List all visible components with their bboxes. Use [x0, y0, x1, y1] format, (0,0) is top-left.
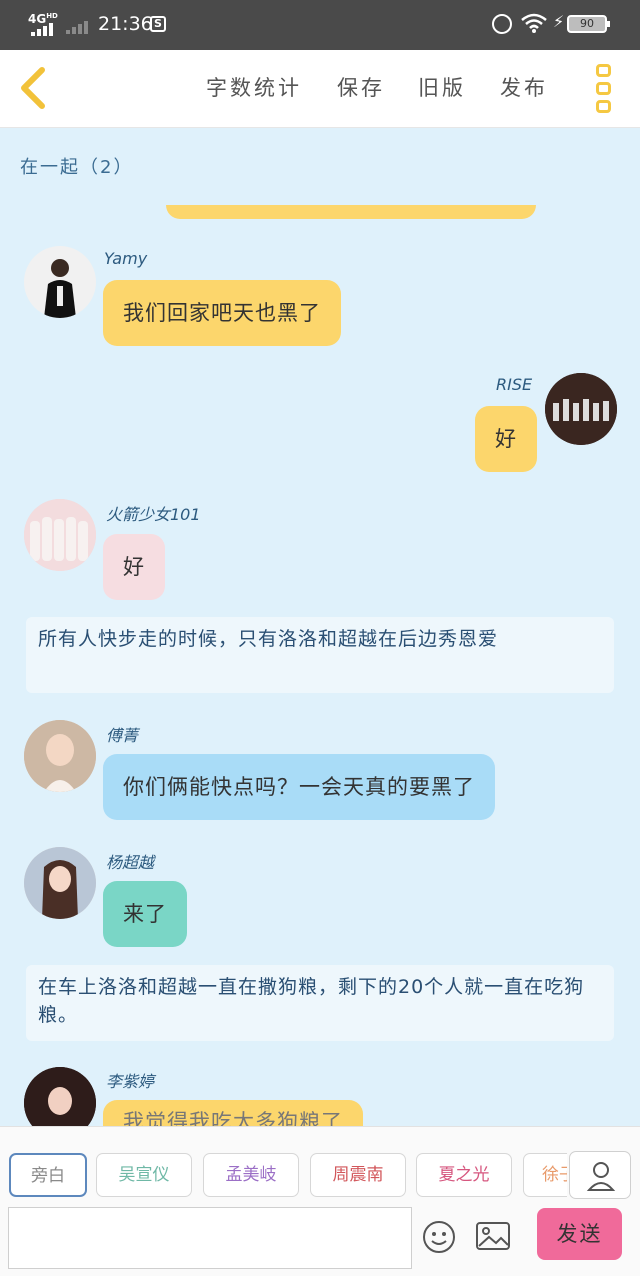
chat-title: 在一起（2）	[20, 157, 134, 178]
composer-panel: 旁白 吴宣仪 孟美岐 周震南 夏之光 徐子 发送	[0, 1126, 640, 1276]
avatar-yamy[interactable]	[24, 246, 96, 318]
bolt-icon: ⚡	[553, 12, 565, 31]
role-chip[interactable]: 孟美岐	[203, 1153, 299, 1197]
previous-message-bubble[interactable]	[166, 205, 536, 219]
status-bar: 4GHD 21:36 S ⚡ 90	[0, 0, 640, 50]
message-bubble[interactable]: 你们俩能快点吗？一会天真的要黑了	[103, 754, 495, 820]
avatar-rocket-girls[interactable]	[24, 499, 96, 571]
signal-icon-secondary	[66, 21, 90, 34]
role-chip[interactable]: 徐子	[523, 1153, 567, 1197]
battery-indicator: 90	[567, 15, 610, 33]
avatar-rise[interactable]	[545, 373, 617, 445]
message-bubble[interactable]: 好	[475, 406, 537, 472]
image-icon[interactable]	[475, 1220, 511, 1252]
message-bubble[interactable]: 我觉得我吃太多狗粮了	[103, 1100, 363, 1126]
word-count-button[interactable]: 字数统计	[206, 72, 302, 102]
sender-name: 杨超越	[106, 853, 155, 872]
s-app-icon: S	[150, 16, 166, 32]
sender-name: 李紫婷	[106, 1072, 155, 1091]
message-input[interactable]	[8, 1207, 412, 1269]
message-bubble[interactable]: 我们回家吧天也黑了	[103, 280, 341, 346]
role-chip[interactable]: 周震南	[310, 1153, 406, 1197]
avatar-fu-jing[interactable]	[24, 720, 96, 792]
alarm-icon	[492, 14, 512, 34]
clock: 21:36	[98, 13, 153, 35]
message-bubble[interactable]: 来了	[103, 881, 187, 947]
avatar-yang-chaoyue[interactable]	[24, 847, 96, 919]
narration-block[interactable]: 所有人快步走的时候，只有洛洛和超越在后边秀恩爱	[26, 617, 614, 693]
chevron-left-icon[interactable]	[14, 64, 54, 112]
sender-name: RISE	[496, 375, 533, 394]
signal-icon	[31, 23, 57, 36]
role-chip-narrator[interactable]: 旁白	[9, 1153, 87, 1197]
narration-block[interactable]: 在车上洛洛和超越一直在撒狗粮，剩下的20个人就一直在吃狗粮。	[26, 965, 614, 1041]
sender-name: 傅菁	[106, 726, 139, 745]
editor-toolbar: 字数统计 保存 旧版 发布	[0, 50, 640, 128]
message-bubble[interactable]: 好	[103, 534, 165, 600]
smile-icon[interactable]	[422, 1220, 456, 1254]
role-chip[interactable]: 夏之光	[416, 1153, 512, 1197]
person-icon[interactable]	[569, 1151, 631, 1199]
save-button[interactable]: 保存	[337, 72, 385, 102]
role-chip[interactable]: 吴宣仪	[96, 1153, 192, 1197]
more-vertical-icon[interactable]	[594, 64, 614, 114]
send-button[interactable]: 发送	[537, 1208, 622, 1260]
wifi-icon	[521, 13, 547, 33]
sender-name: Yamy	[104, 249, 148, 268]
publish-button[interactable]: 发布	[500, 72, 548, 102]
old-version-button[interactable]: 旧版	[418, 72, 466, 102]
sender-name: 火箭少女101	[106, 505, 201, 524]
